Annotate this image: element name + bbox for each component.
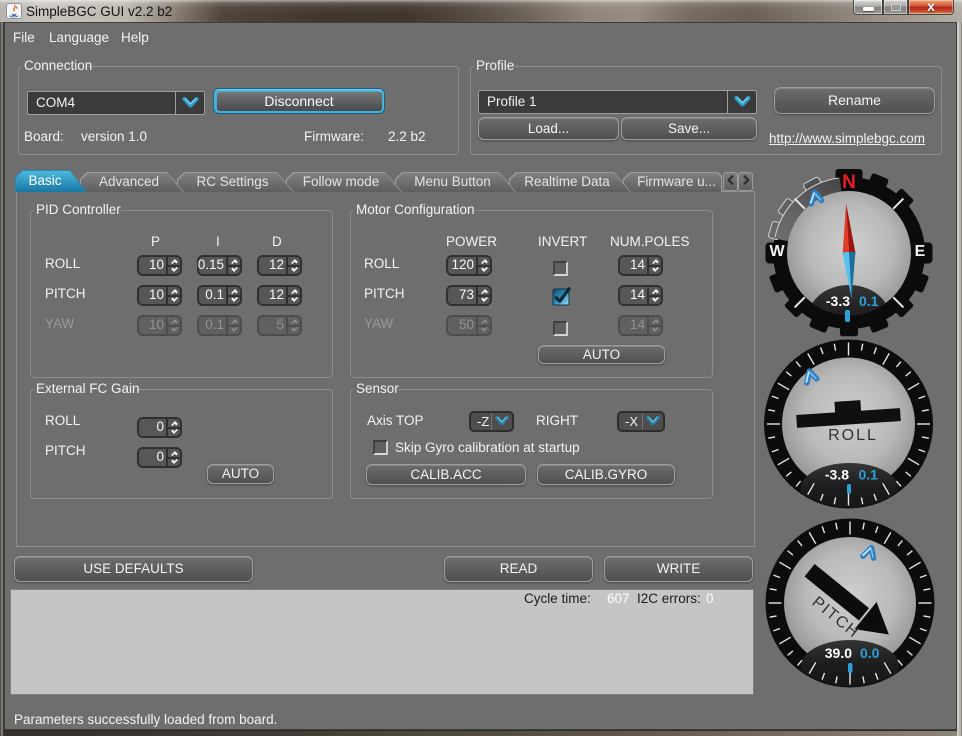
svg-text:0.1: 0.1 [859, 467, 879, 483]
svg-text:ROLL: ROLL [828, 427, 878, 444]
svg-text:W: W [769, 243, 785, 260]
svg-text:N: N [842, 172, 856, 193]
svg-text:0.0: 0.0 [860, 645, 880, 661]
svg-text:0.1: 0.1 [859, 293, 879, 309]
svg-text:E: E [915, 243, 926, 260]
svg-text:39.0: 39.0 [825, 645, 852, 661]
svg-text:-3.3: -3.3 [826, 293, 850, 309]
svg-text:-3.8: -3.8 [825, 467, 849, 483]
